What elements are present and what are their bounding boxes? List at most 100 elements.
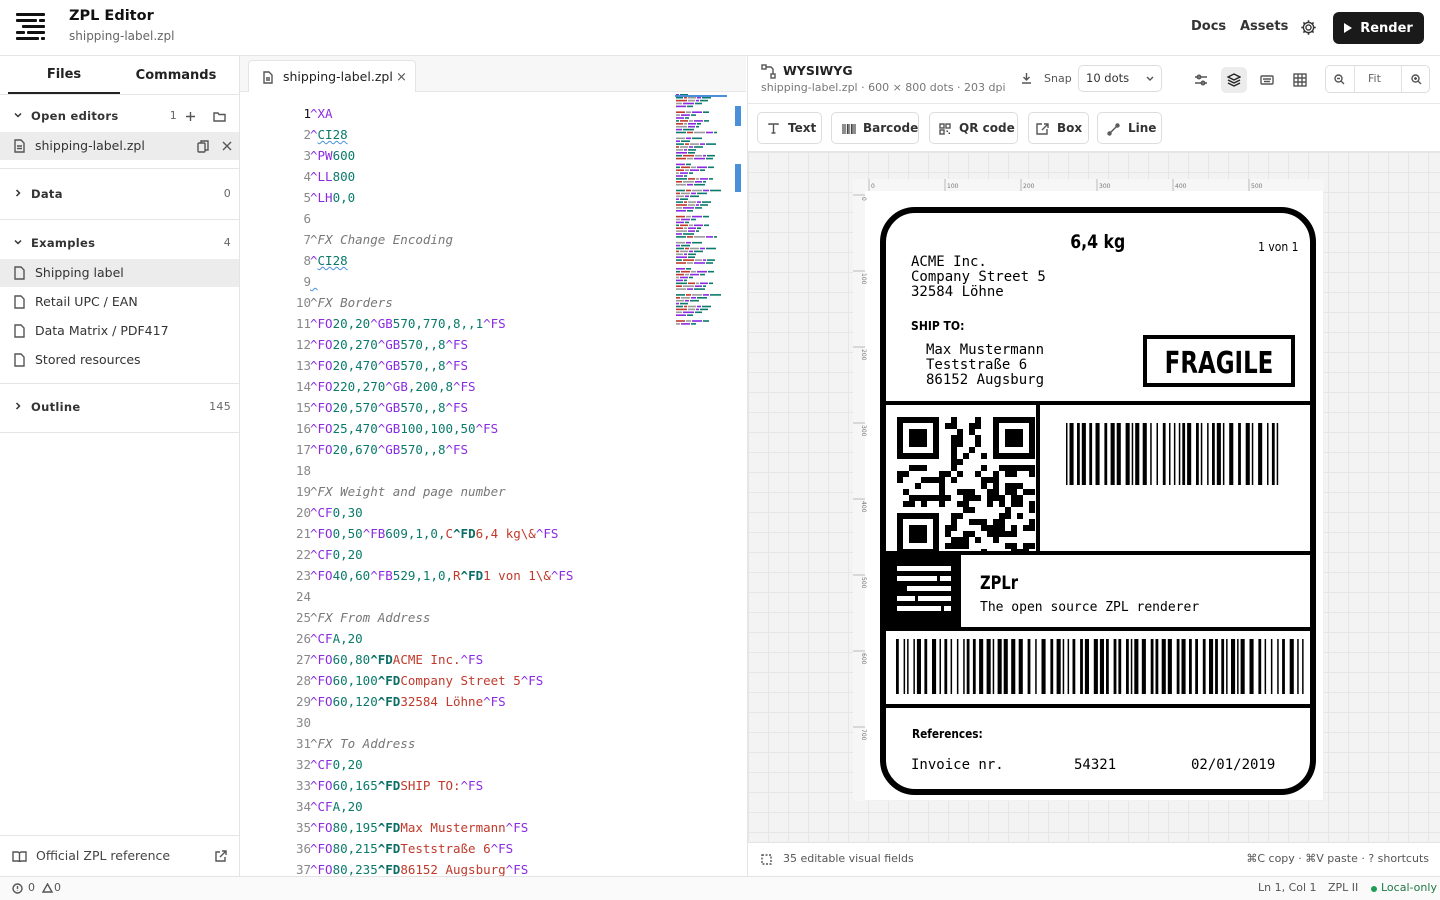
code-line[interactable]: 30 <box>240 712 680 733</box>
outline-section[interactable]: Outline 145 <box>0 396 239 420</box>
error-icon[interactable] <box>12 883 23 894</box>
zplr-brand[interactable]: ZPLr <box>980 573 1018 594</box>
minimap-token <box>692 215 702 218</box>
code-line[interactable]: 3 ^PW600 <box>240 145 680 166</box>
code-line[interactable]: 24 <box>240 586 680 607</box>
to-address[interactable]: Max Mustermann Teststraße 6 86152 Augsbu… <box>926 342 1044 388</box>
data-section[interactable]: Data 0 <box>0 183 239 207</box>
zoom-fit-button[interactable]: Fit <box>1368 72 1381 85</box>
code-line[interactable]: 22 ^CF0,20 <box>240 544 680 565</box>
add-line-button[interactable]: Line <box>1097 112 1162 144</box>
code-line[interactable]: 7 ^FX Change Encoding <box>240 229 680 250</box>
code-line[interactable]: 4 ^LL800 <box>240 166 680 187</box>
add-box-button[interactable]: Box <box>1028 112 1089 144</box>
language-mode[interactable]: ZPL II <box>1328 881 1358 894</box>
layers-button[interactable] <box>1221 67 1247 93</box>
local-only-indicator[interactable]: Local-only <box>1381 881 1437 894</box>
new-file-plus-icon[interactable] <box>185 111 196 122</box>
qr-module <box>951 543 957 549</box>
code-line[interactable]: 1 ^XA <box>240 103 680 124</box>
open-folder-icon[interactable] <box>213 111 226 122</box>
code-line[interactable]: 33 ^FO60,165^FDSHIP TO:^FS <box>240 775 680 796</box>
settings-gear-icon[interactable] <box>1300 19 1317 36</box>
zoom-out-icon[interactable] <box>1334 74 1345 85</box>
code-line[interactable]: 25 ^FX From Address <box>240 607 680 628</box>
scroll-indicator[interactable] <box>735 106 741 126</box>
code-line[interactable]: 11 ^FO20,20^GB570,770,8,,1^FS <box>240 313 680 334</box>
tab-files[interactable]: Files <box>8 56 120 94</box>
fragile-text[interactable]: FRAGILE <box>1165 345 1274 381</box>
minimap-viewport[interactable] <box>675 95 727 97</box>
zpl-reference-link[interactable]: Official ZPL reference <box>0 835 239 876</box>
code-line[interactable]: 16 ^FO25,470^GB100,100,50^FS <box>240 418 680 439</box>
code-line[interactable]: 31 ^FX To Address <box>240 733 680 754</box>
code-line[interactable]: 34 ^CFA,20 <box>240 796 680 817</box>
scroll-indicator[interactable] <box>735 164 741 192</box>
add-barcode-button[interactable]: Barcode <box>831 112 919 144</box>
barcode-bar <box>907 639 909 694</box>
code-line[interactable]: 20 ^CF0,30 <box>240 502 680 523</box>
code-line[interactable]: 29 ^FO60,120^FD32584 Löhne^FS <box>240 691 680 712</box>
code-line[interactable]: 28 ^FO60,100^FDCompany Street 5^FS <box>240 670 680 691</box>
code-line[interactable]: 18 <box>240 460 680 481</box>
example-item-data-matrix[interactable]: Data Matrix / PDF417 <box>0 317 239 345</box>
label-preview[interactable]: 0 100 200 300 400 500 0 100 200 300 400 500 600 700 6… <box>853 179 1324 801</box>
code-line[interactable]: 14 ^FO220,270^GB,200,8^FS <box>240 376 680 397</box>
grid-toggle-button[interactable] <box>1287 67 1313 93</box>
assets-link[interactable]: Assets <box>1240 19 1288 34</box>
code-line[interactable]: 15 ^FO20,570^GB570,,8^FS <box>240 397 680 418</box>
code-line[interactable]: 36 ^FO80,215^FDTeststraße 6^FS <box>240 838 680 859</box>
code-line[interactable]: 26 ^CFA,20 <box>240 628 680 649</box>
editor-tab-shipping-label[interactable]: shipping-label.zpl × <box>248 60 416 92</box>
code-line[interactable]: 19 ^FX Weight and page number <box>240 481 680 502</box>
warning-icon[interactable] <box>42 883 53 893</box>
code-line[interactable]: 6 <box>240 208 680 229</box>
tab-commands[interactable]: Commands <box>120 56 232 94</box>
ship-to-label[interactable]: SHIP TO: <box>911 318 964 333</box>
code-editor[interactable]: 1 ^XA 2 ^CI28 3 ^PW600 4 ^LL800 5 ^LH0,0 6 7 ^FX Cha… <box>240 92 746 876</box>
code-line[interactable]: 13 ^FO20,470^GB570,,8^FS <box>240 355 680 376</box>
example-item-shipping-label[interactable]: Shipping label <box>0 259 239 287</box>
code-line[interactable]: 27 ^FO60,80^FDACME Inc.^FS <box>240 649 680 670</box>
code-line[interactable]: 32 ^CF0,20 <box>240 754 680 775</box>
references-label[interactable]: References: <box>912 727 983 741</box>
code-line[interactable]: 5 ^LH0,0 <box>240 187 680 208</box>
label-canvas[interactable]: 0 100 200 300 400 500 0 100 200 300 400 500 600 700 6… <box>748 152 1440 842</box>
code-minimap[interactable] <box>675 92 729 332</box>
code-line[interactable]: 12 ^FO20,270^GB570,,8^FS <box>240 334 680 355</box>
example-item-stored-resources[interactable]: Stored resources <box>0 346 239 374</box>
zoom-in-icon[interactable] <box>1411 74 1422 85</box>
qr-finder <box>993 453 1035 459</box>
example-item-retail-upc[interactable]: Retail UPC / EAN <box>0 288 239 316</box>
zplr-tagline[interactable]: The open source ZPL renderer <box>980 600 1199 615</box>
code-line[interactable]: 10 ^FX Borders <box>240 292 680 313</box>
add-qr-code-button[interactable]: QR code <box>929 112 1018 144</box>
close-tab-icon[interactable]: × <box>396 70 407 85</box>
minimap-token <box>686 294 691 296</box>
code-line[interactable]: 17 ^FO20,670^GB570,,8^FS <box>240 439 680 460</box>
render-button[interactable]: Render <box>1333 12 1424 44</box>
printer-view-button[interactable] <box>1254 67 1280 93</box>
copy-icon[interactable] <box>197 140 209 153</box>
docs-link[interactable]: Docs <box>1191 19 1226 34</box>
download-icon[interactable] <box>1021 72 1032 84</box>
adjust-sliders-button[interactable] <box>1188 67 1214 93</box>
code-line[interactable]: 23 ^FO40,60^FB529,1,0,R^FD1 von 1\&^FS <box>240 565 680 586</box>
open-editor-file-item[interactable]: shipping-label.zpl <box>0 132 239 160</box>
code-line[interactable]: 35 ^FO80,195^FDMax Mustermann^FS <box>240 817 680 838</box>
examples-section[interactable]: Examples 4 <box>0 232 239 256</box>
snap-select[interactable]: 10 dots <box>1078 65 1162 92</box>
cursor-position[interactable]: Ln 1, Col 1 <box>1258 881 1317 894</box>
open-editors-section[interactable]: Open editors 1 <box>0 105 239 129</box>
code-line[interactable]: 37 ^FO80,235^FD86152 Augsburg^FS <box>240 859 680 876</box>
code-line[interactable]: 8 ^CI28 <box>240 250 680 271</box>
label-page-number[interactable]: 1 von 1 <box>1258 239 1298 254</box>
code-line[interactable]: 2 ^CI28 <box>240 124 680 145</box>
zpl-logo-icon[interactable] <box>16 13 45 43</box>
close-icon[interactable] <box>222 141 232 151</box>
add-text-button[interactable]: Text <box>757 112 822 144</box>
code-line[interactable]: 9 <box>240 271 680 292</box>
code-line[interactable]: 21 ^FO0,50^FB609,1,0,C^FD6,4 kg\&^FS <box>240 523 680 544</box>
invoice-row[interactable]: Invoice nr. 54321 02/01/2019 <box>911 757 1275 773</box>
label-weight[interactable]: 6,4 kg <box>1070 231 1125 253</box>
